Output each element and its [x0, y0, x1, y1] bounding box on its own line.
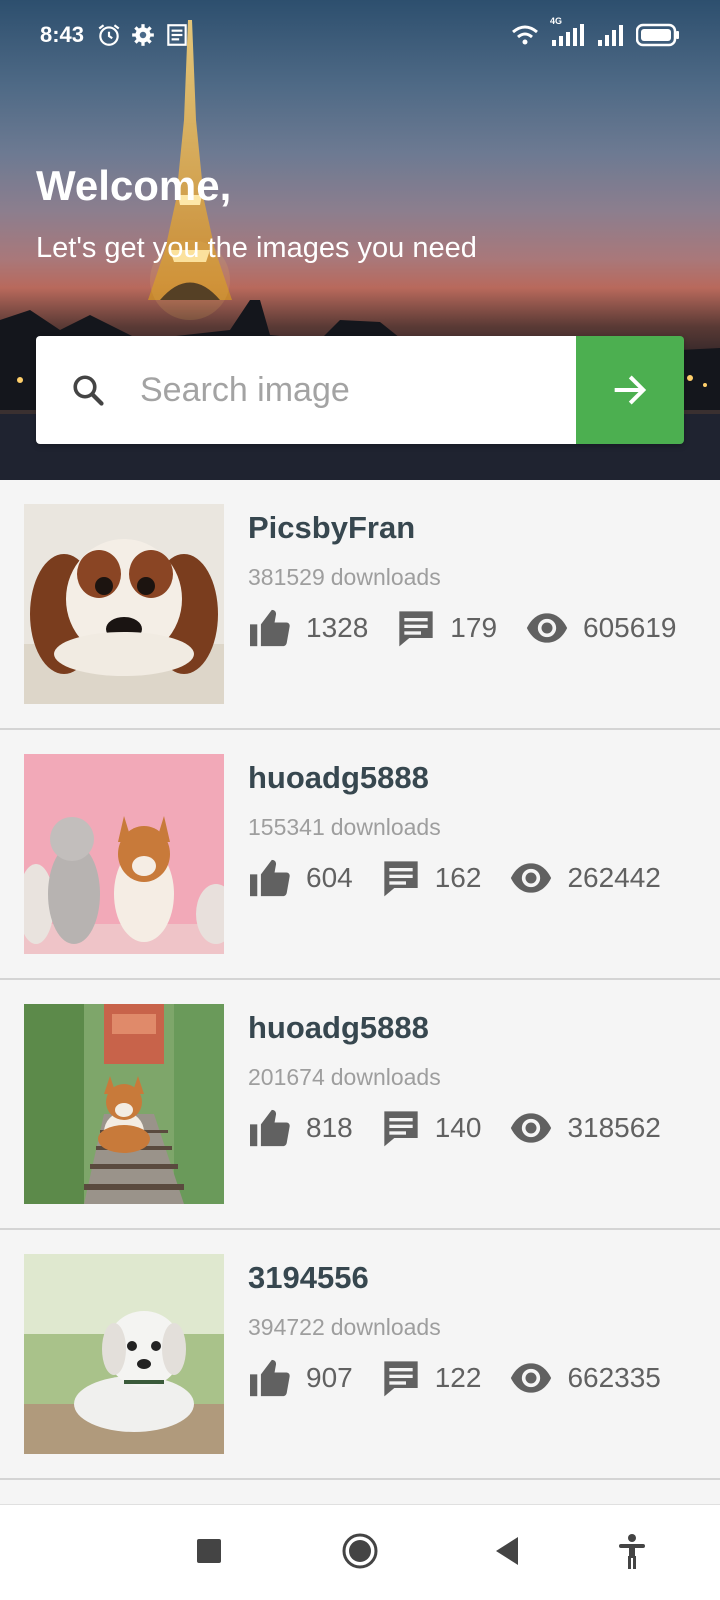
comments-count: 162 — [434, 862, 482, 893]
photographer-name: PicsbyFran — [248, 510, 416, 545]
back-button[interactable] — [492, 1531, 522, 1571]
comments-count: 122 — [434, 1362, 482, 1393]
comment-icon — [384, 1111, 418, 1147]
signal-icon — [552, 24, 584, 46]
views-stat: 318562 — [509, 1110, 661, 1146]
network-type-label: 4G — [550, 16, 563, 26]
list-item[interactable]: huoadg5888 155341 downloads 604 162 2624… — [0, 730, 720, 980]
photographer-name: 3194556 — [248, 1260, 369, 1295]
comments-stat: 162 — [381, 858, 482, 898]
accessibility-button[interactable] — [614, 1531, 650, 1571]
download-count-value: 201674 — [248, 1064, 325, 1090]
comments-stat: 179 — [396, 608, 497, 648]
alarm-icon — [98, 24, 120, 46]
search-bar — [36, 336, 684, 444]
comment-icon — [399, 611, 433, 647]
clock: 8:43 — [40, 22, 85, 47]
signal-icon — [598, 25, 623, 46]
image-thumbnail[interactable] — [24, 754, 224, 954]
views-count: 605619 — [583, 612, 677, 643]
likes-count: 1328 — [306, 612, 369, 643]
battery-icon — [636, 23, 679, 47]
download-count-label: downloads — [330, 814, 441, 840]
welcome-heading: Welcome, — [36, 162, 232, 209]
corgi-on-tracks-image — [24, 1004, 224, 1204]
image-stats: 907 122 662335 — [248, 1358, 689, 1398]
thumbs-up-icon — [250, 609, 290, 647]
welcome-subtitle: Let's get you the images you need — [36, 232, 477, 264]
download-count: 155341 downloads — [248, 814, 441, 841]
views-count: 318562 — [567, 1112, 661, 1143]
image-stats: 1328 179 605619 — [248, 608, 704, 648]
header-banner: 8:43 4G Welcome, Let's get you the image… — [0, 0, 720, 480]
download-count-value: 155341 — [248, 814, 325, 840]
views-count: 662335 — [567, 1362, 661, 1393]
home-button[interactable] — [340, 1531, 380, 1571]
search-input[interactable] — [140, 370, 520, 410]
thumbs-up-icon — [250, 1109, 290, 1147]
search-submit-button[interactable] — [576, 336, 684, 444]
poodles-and-corgi-image — [24, 754, 224, 954]
arrow-right-icon — [614, 375, 647, 405]
photographer-name: huoadg5888 — [248, 760, 429, 795]
photographer-name: huoadg5888 — [248, 1010, 429, 1045]
views-stat: 662335 — [509, 1360, 661, 1396]
thumbs-up-icon — [250, 859, 290, 897]
thumbs-up-icon — [250, 1359, 290, 1397]
download-count-label: downloads — [330, 564, 441, 590]
views-stat: 262442 — [509, 860, 661, 896]
status-bar: 8:43 4G — [0, 0, 720, 70]
likes-stat: 1328 — [248, 608, 368, 648]
list-item[interactable]: PicsbyFran 381529 downloads 1328 179 605… — [0, 480, 720, 730]
image-stats: 818 140 318562 — [248, 1108, 689, 1148]
list-item[interactable]: 3194556 394722 downloads 907 122 662335 — [0, 1230, 720, 1480]
wifi-icon — [512, 25, 538, 45]
list-item[interactable]: huoadg5888 201674 downloads 818 140 3185… — [0, 980, 720, 1230]
download-count-label: downloads — [330, 1064, 441, 1090]
recents-button[interactable] — [196, 1531, 222, 1571]
settings-icon — [132, 24, 154, 46]
likes-count: 907 — [306, 1362, 353, 1393]
download-count-value: 394722 — [248, 1314, 325, 1340]
search-icon — [73, 375, 104, 406]
likes-stat: 907 — [248, 1358, 353, 1398]
download-count: 381529 downloads — [248, 564, 441, 591]
likes-count: 604 — [306, 862, 353, 893]
download-count-value: 381529 — [248, 564, 325, 590]
search-field[interactable] — [36, 336, 576, 444]
views-count: 262442 — [567, 862, 661, 893]
download-count: 201674 downloads — [248, 1064, 441, 1091]
comments-stat: 140 — [381, 1108, 482, 1148]
download-count: 394722 downloads — [248, 1314, 441, 1341]
notes-icon — [167, 24, 187, 46]
image-stats: 604 162 262442 — [248, 858, 689, 898]
cellular-signal: 4G — [550, 16, 586, 46]
comments-stat: 122 — [381, 1358, 482, 1398]
eye-icon — [511, 1113, 552, 1143]
comments-count: 140 — [434, 1112, 482, 1143]
comment-icon — [384, 861, 418, 897]
views-stat: 605619 — [525, 610, 676, 646]
download-count-label: downloads — [330, 1314, 441, 1340]
system-navigation-bar — [0, 1504, 720, 1600]
comments-count: 179 — [450, 612, 498, 643]
likes-stat: 604 — [248, 858, 353, 898]
eye-icon — [526, 613, 568, 643]
likes-count: 818 — [306, 1112, 353, 1143]
spaniel-puppy-image — [24, 504, 224, 704]
image-results-list: PicsbyFran 381529 downloads 1328 179 605… — [0, 480, 720, 1480]
eye-icon — [511, 1363, 552, 1393]
image-thumbnail[interactable] — [24, 1004, 224, 1204]
image-thumbnail[interactable] — [24, 1254, 224, 1454]
image-thumbnail[interactable] — [24, 504, 224, 704]
likes-stat: 818 — [248, 1108, 353, 1148]
white-puppy-image — [24, 1254, 224, 1454]
eye-icon — [511, 863, 552, 893]
comment-icon — [384, 1361, 418, 1397]
